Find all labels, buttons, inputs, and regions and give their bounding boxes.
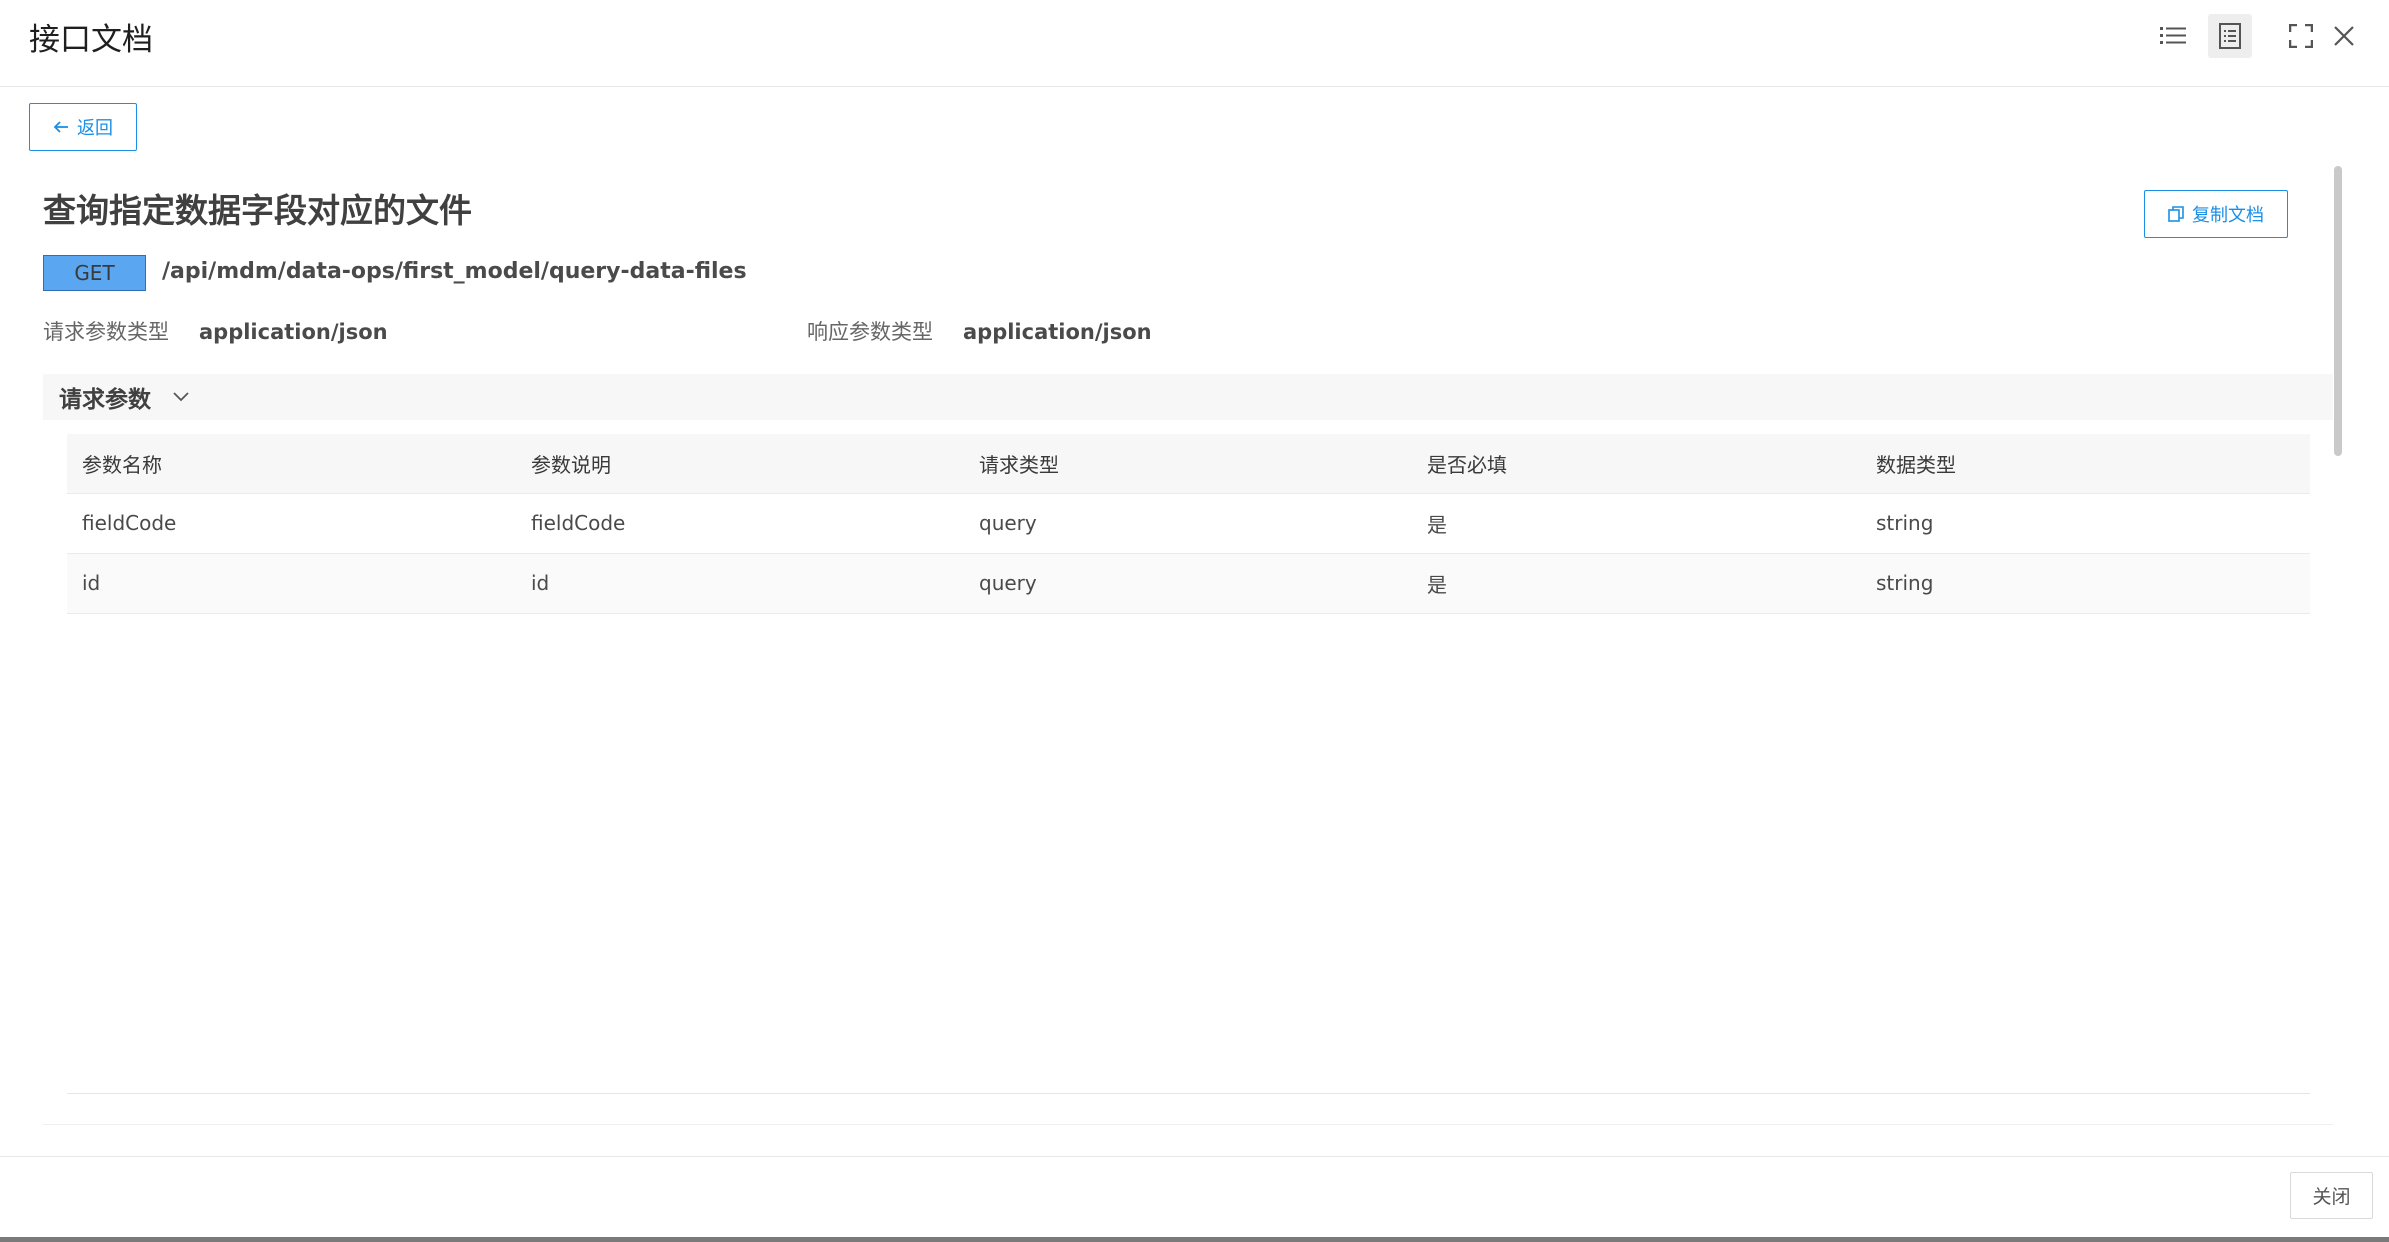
table-cell: query — [964, 553, 1412, 614]
request-type-label: 请求参数类型 — [43, 320, 169, 344]
response-type-value: application/json — [963, 320, 1152, 344]
fullscreen-icon[interactable] — [2279, 14, 2323, 58]
column-header: 是否必填 — [1412, 434, 1861, 494]
scrollbar-thumb[interactable] — [2334, 166, 2342, 456]
table-cell: fieldCode — [516, 493, 964, 554]
table-cell: 是 — [1412, 553, 1861, 614]
close-icon[interactable] — [2322, 14, 2366, 58]
modal-title: 接口文档 — [29, 22, 153, 58]
table-cell: fieldCode — [67, 493, 516, 554]
http-method-badge: GET — [43, 255, 146, 291]
table-header-row: 参数名称 参数说明 请求类型 是否必填 数据类型 — [67, 434, 2310, 494]
divider — [43, 1124, 2333, 1125]
modal-footer — [0, 1156, 2389, 1237]
table-cell: string — [1861, 493, 2310, 554]
back-button[interactable]: 返回 — [29, 103, 137, 151]
column-header: 参数说明 — [516, 434, 964, 494]
arrow-left-icon — [53, 121, 68, 133]
chevron-down-icon — [173, 392, 189, 402]
table-row: id id query 是 string — [67, 553, 2310, 614]
divider — [67, 1093, 2310, 1094]
table-cell: 是 — [1412, 493, 1861, 554]
copy-doc-button[interactable]: 复制文档 — [2144, 190, 2288, 238]
api-path: /api/mdm/data-ops/first_model/query-data… — [162, 259, 747, 284]
backdrop-strip — [0, 1237, 2389, 1242]
response-type-label: 响应参数类型 — [807, 320, 933, 344]
request-type-value: application/json — [199, 320, 388, 344]
close-button[interactable]: 关闭 — [2290, 1172, 2373, 1219]
back-button-label: 返回 — [77, 118, 113, 139]
modal-header: 接口文档 — [0, 0, 2389, 87]
table-cell: id — [67, 553, 516, 614]
request-params-table: 参数名称 参数说明 请求类型 是否必填 数据类型 fieldCode field… — [67, 434, 2310, 614]
table-cell: query — [964, 493, 1412, 554]
column-header: 请求类型 — [964, 434, 1412, 494]
copy-icon — [2168, 206, 2184, 222]
table-cell: id — [516, 553, 964, 614]
api-doc-modal: 接口文档 返回 查询指定数据字段对应的文件 复制文档 GET /api/mdm/… — [0, 0, 2389, 1237]
document-icon[interactable] — [2208, 14, 2252, 58]
list-icon[interactable] — [2151, 14, 2195, 58]
page-title: 查询指定数据字段对应的文件 — [43, 191, 472, 230]
copy-doc-label: 复制文档 — [2192, 205, 2264, 226]
request-params-section-toggle[interactable]: 请求参数 — [43, 374, 2333, 420]
section-title: 请求参数 — [59, 387, 151, 413]
table-cell: string — [1861, 553, 2310, 614]
table-row: fieldCode fieldCode query 是 string — [67, 493, 2310, 554]
column-header: 数据类型 — [1861, 434, 2310, 494]
column-header: 参数名称 — [67, 434, 516, 494]
